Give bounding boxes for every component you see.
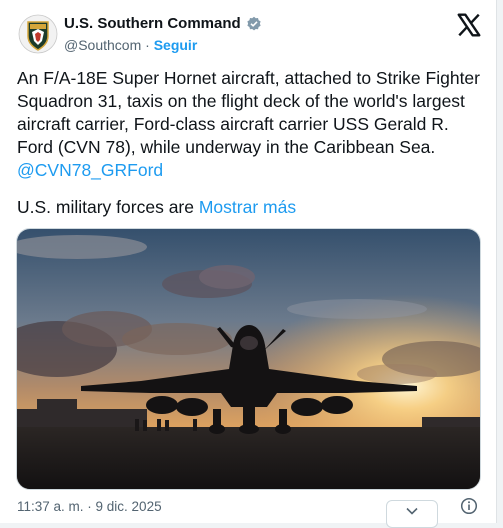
handle-row: @Southcom · Seguir bbox=[64, 37, 197, 53]
author-name[interactable]: U.S. Southern Command bbox=[64, 15, 241, 32]
post-photo[interactable] bbox=[16, 228, 481, 490]
show-more-link[interactable]: Mostrar más bbox=[199, 197, 296, 217]
chevron-down-icon bbox=[406, 507, 418, 515]
handle-separator: · bbox=[145, 37, 150, 53]
post-text: An F/A-18E Super Hornet aircraft, attach… bbox=[17, 67, 487, 182]
author-handle[interactable]: @Southcom bbox=[64, 37, 141, 53]
follow-button[interactable]: Seguir bbox=[154, 37, 198, 53]
post-body: An F/A-18E Super Hornet aircraft, attach… bbox=[17, 68, 480, 157]
post-text-continued: U.S. military forces are Mostrar más bbox=[17, 196, 296, 219]
southcom-seal-icon[interactable] bbox=[18, 14, 58, 54]
author-name-row: U.S. Southern Command bbox=[64, 15, 262, 32]
post-card: U.S. Southern Command @Southcom · Seguir… bbox=[0, 0, 497, 528]
info-icon[interactable] bbox=[460, 497, 478, 515]
post-timestamp[interactable]: 11:37 a. m. · 9 dic. 2025 bbox=[17, 499, 162, 514]
post-second-line: U.S. military forces are bbox=[17, 197, 199, 217]
mention-link[interactable]: @CVN78_GRFord bbox=[17, 160, 163, 180]
x-logo-icon[interactable] bbox=[456, 12, 482, 38]
more-options-button[interactable] bbox=[386, 500, 438, 528]
jet-photo-image bbox=[17, 229, 480, 489]
verified-badge-icon bbox=[247, 16, 261, 30]
